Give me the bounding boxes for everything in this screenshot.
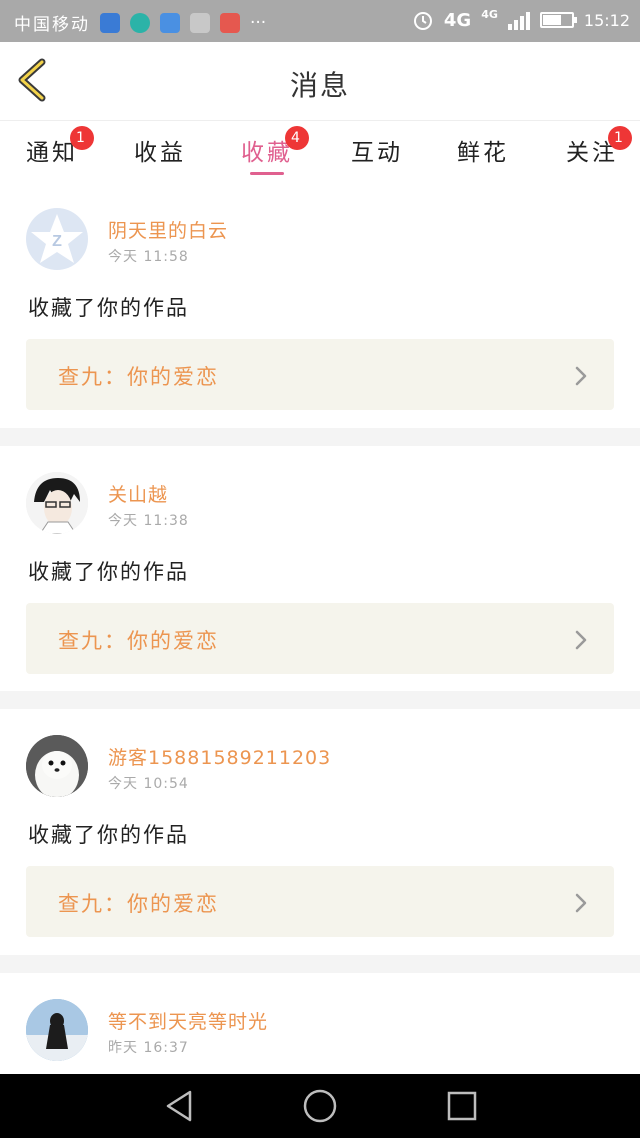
chevron-right-icon — [575, 893, 587, 913]
user-name[interactable]: 等不到天亮等时光 — [108, 1007, 268, 1034]
tab-flowers[interactable]: 鲜花 — [457, 133, 509, 167]
network-type-label: 4G — [443, 9, 472, 31]
avatar[interactable]: Z — [26, 208, 88, 270]
tab-label: 通知 — [26, 140, 78, 166]
header-bar: 消息 — [0, 42, 640, 121]
chevron-right-icon — [575, 630, 587, 650]
nav-recents-icon[interactable] — [446, 1088, 478, 1124]
tab-badge: 1 — [70, 126, 94, 150]
work-link[interactable]: 查九：你的爱恋 — [26, 603, 614, 674]
work-title: 查九：你的爱恋 — [58, 365, 219, 389]
active-tab-indicator — [250, 172, 284, 175]
app-notification-icon — [100, 12, 120, 33]
tab-earnings[interactable]: 收益 — [134, 133, 186, 167]
tab-notifications[interactable]: 通知 1 — [26, 126, 94, 167]
action-text: 收藏了你的作品 — [28, 823, 189, 847]
qq-app-icon — [160, 12, 180, 33]
avatar[interactable] — [26, 999, 88, 1061]
battery-icon — [539, 12, 577, 28]
user-name[interactable]: 阴天里的白云 — [108, 216, 228, 243]
chevron-right-icon — [575, 366, 587, 386]
anime-avatar-icon — [26, 472, 88, 534]
svg-text:Z: Z — [52, 233, 62, 250]
app-notification-icon — [190, 12, 210, 33]
timestamp: 今天 10:54 — [108, 776, 189, 792]
network-type-small: 4G — [481, 7, 498, 21]
timestamp: 今天 11:38 — [108, 513, 189, 529]
message-list: Z 阴天里的白云 今天 11:58 收藏了你的作品 查九：你的爱恋 关山越 今天 — [0, 182, 640, 1123]
action-text: 收藏了你的作品 — [28, 560, 189, 584]
action-text: 收藏了你的作品 — [28, 296, 189, 320]
avatar[interactable] — [26, 735, 88, 797]
tab-label: 收益 — [134, 140, 186, 166]
page-title: 消息 — [289, 69, 350, 102]
avatar[interactable] — [26, 472, 88, 534]
missed-call-icon — [220, 12, 240, 33]
status-bar: 中国移动 ··· 4G 4G 15:12 — [0, 0, 640, 42]
tab-label: 鲜花 — [457, 140, 509, 166]
girl-avatar-icon — [26, 999, 88, 1061]
list-item: Z 阴天里的白云 今天 11:58 收藏了你的作品 查九：你的爱恋 — [0, 182, 640, 428]
system-nav-bar — [0, 1074, 640, 1138]
divider — [0, 428, 640, 446]
ferret-avatar-icon — [26, 735, 88, 797]
clock-label: 15:12 — [583, 10, 630, 30]
more-notifications-icon: ··· — [250, 12, 267, 33]
tab-favorites[interactable]: 收藏 4 — [241, 126, 309, 167]
tab-bar: 通知 1 收益 收藏 4 互动 鲜花 关注 1 — [0, 121, 640, 181]
work-title: 查九：你的爱恋 — [58, 892, 219, 916]
default-avatar-icon: Z — [31, 214, 83, 263]
tab-follow[interactable]: 关注 1 — [566, 126, 632, 167]
user-name[interactable]: 游客15881589211203 — [108, 743, 331, 770]
alarm-icon — [413, 12, 432, 30]
tab-badge: 4 — [285, 126, 309, 150]
divider — [0, 955, 640, 973]
tab-label: 互动 — [351, 140, 403, 166]
list-item: 游客15881589211203 今天 10:54 收藏了你的作品 查九：你的爱… — [0, 709, 640, 955]
list-item: 关山越 今天 11:38 收藏了你的作品 查九：你的爱恋 — [0, 446, 640, 691]
nav-back-icon[interactable] — [162, 1088, 196, 1124]
nav-home-icon[interactable] — [302, 1088, 338, 1124]
carrier-label: 中国移动 — [14, 15, 90, 35]
timestamp: 今天 11:58 — [108, 249, 189, 265]
tab-interaction[interactable]: 互动 — [351, 133, 403, 167]
timestamp: 昨天 16:37 — [108, 1040, 189, 1056]
divider — [0, 691, 640, 709]
tab-badge: 1 — [608, 126, 632, 150]
work-title: 查九：你的爱恋 — [58, 629, 219, 653]
signal-icon — [507, 10, 530, 30]
tab-label: 收藏 — [241, 140, 293, 166]
work-link[interactable]: 查九：你的爱恋 — [26, 866, 614, 937]
moon-app-icon — [130, 12, 150, 33]
user-name[interactable]: 关山越 — [108, 480, 168, 507]
work-link[interactable]: 查九：你的爱恋 — [26, 339, 614, 410]
